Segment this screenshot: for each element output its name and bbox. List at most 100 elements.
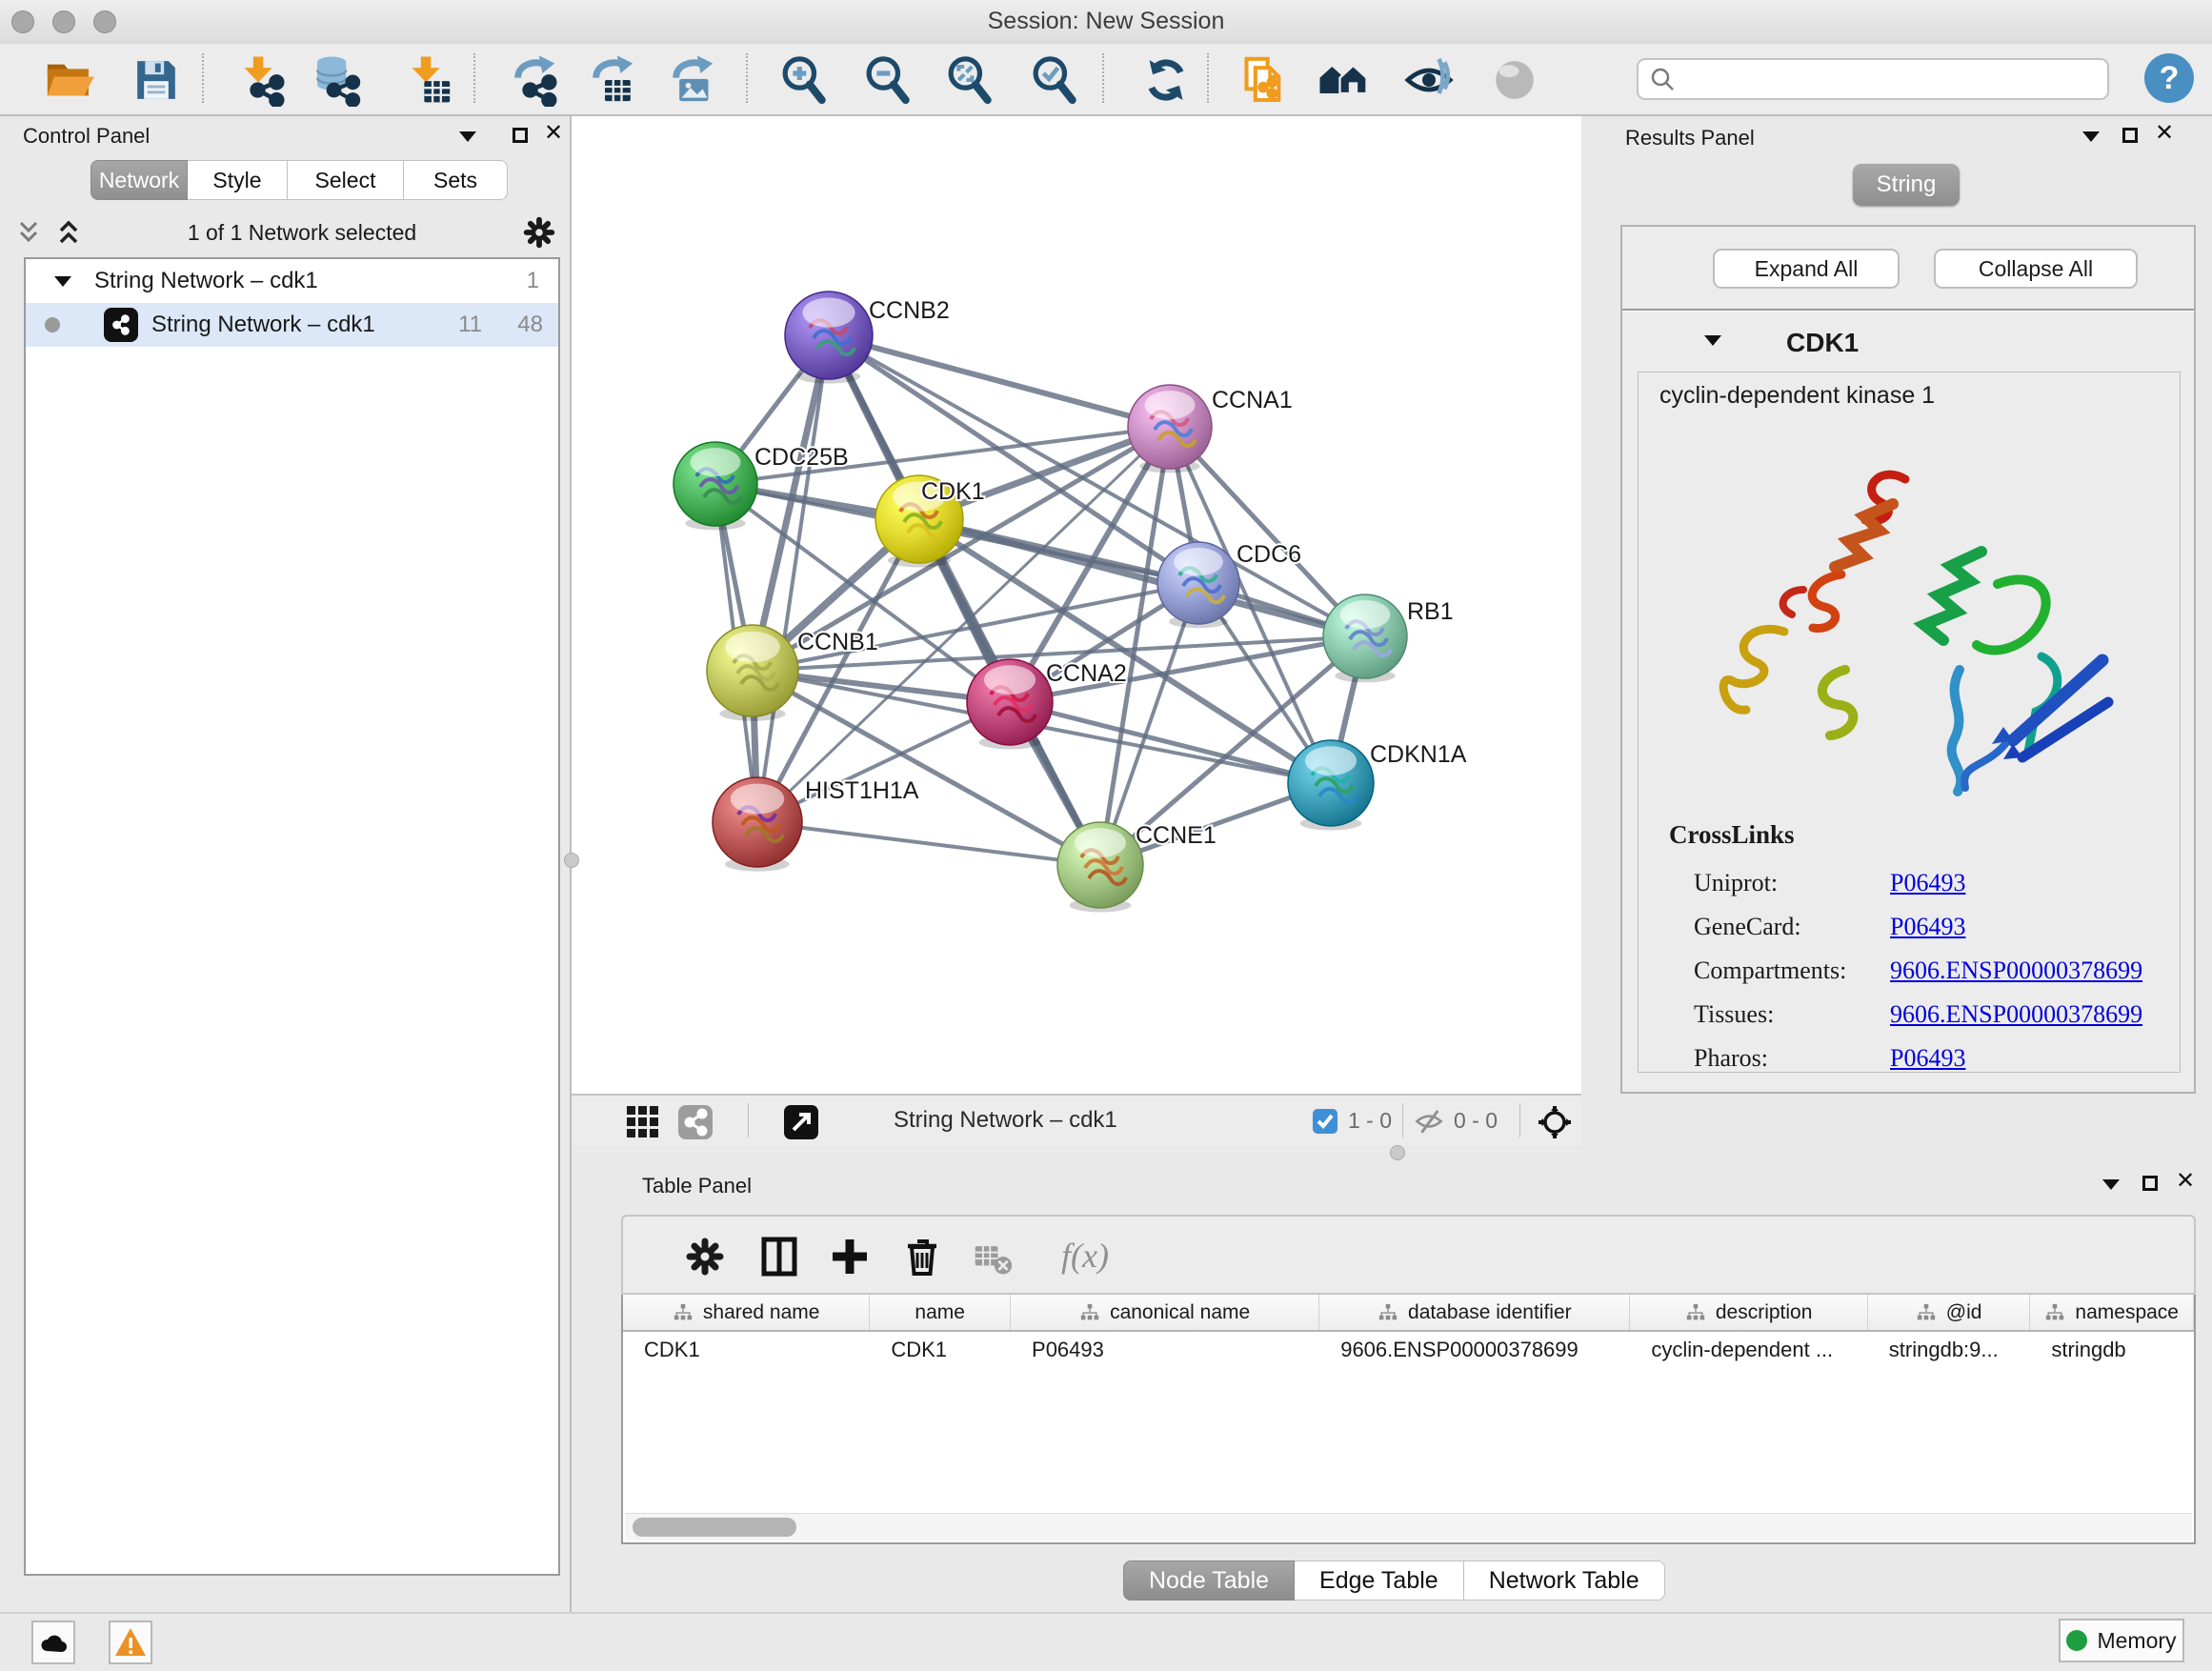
table-cell[interactable]: CDK1 xyxy=(623,1338,870,1362)
grid-view-icon[interactable] xyxy=(625,1104,661,1140)
refresh-view-button[interactable] xyxy=(1136,50,1196,111)
tab-edge-table[interactable]: Edge Table xyxy=(1295,1560,1464,1601)
column-header-namespace[interactable]: namespace xyxy=(2030,1295,2194,1330)
zoom-in-button[interactable] xyxy=(774,50,835,111)
import-network-from-database-button[interactable] xyxy=(307,50,368,111)
panel-menu-icon[interactable] xyxy=(459,131,476,142)
import-table-from-file-button[interactable] xyxy=(398,50,459,111)
network-node-CDKN1A[interactable]: CDKN1A xyxy=(1288,740,1467,831)
column-header--id[interactable]: @id xyxy=(1868,1295,2031,1330)
network-node-CCNA2[interactable]: CCNA2 xyxy=(967,659,1127,750)
tab-network[interactable]: Network xyxy=(90,160,188,200)
first-neighbors-button[interactable] xyxy=(1313,50,1374,111)
table-row[interactable]: CDK1CDK1P064939606.ENSP00000378699cyclin… xyxy=(623,1332,2194,1367)
tab-sets[interactable]: Sets xyxy=(404,160,508,200)
zoom-out-button[interactable] xyxy=(857,50,918,111)
collapse-all-button[interactable]: Collapse All xyxy=(1934,249,2138,289)
network-view-toolbar: String Network – cdk1 1 - 0 0 - 0 xyxy=(572,1094,1581,1145)
tab-string[interactable]: String xyxy=(1853,164,1960,206)
network-canvas[interactable]: CCNB2CCNA1CDC25BCDK1CDC6RB1CCNB1CCNA2CDK… xyxy=(572,116,1581,1094)
crosslink-link[interactable]: P06493 xyxy=(1890,913,1965,941)
network-node-CCNB2[interactable]: CCNB2 xyxy=(785,292,950,384)
column-header-database-identifier[interactable]: database identifier xyxy=(1319,1295,1630,1330)
crosslink-link[interactable]: P06493 xyxy=(1890,1044,1965,1073)
network-share-icon[interactable] xyxy=(677,1104,714,1140)
tab-select[interactable]: Select xyxy=(288,160,404,200)
save-session-button[interactable] xyxy=(126,50,187,111)
create-column-plus-icon[interactable] xyxy=(827,1234,873,1279)
control-panel: Control Panel ✕ NetworkStyleSelectSets 1… xyxy=(0,116,572,1612)
help-button[interactable]: ? xyxy=(2144,53,2194,103)
column-header-description[interactable]: description xyxy=(1630,1295,1867,1330)
detach-view-icon[interactable] xyxy=(783,1104,819,1140)
control-panel-title: Control Panel xyxy=(23,124,150,149)
network-options-gear-icon[interactable] xyxy=(520,213,558,252)
horizontal-splitter-handle[interactable] xyxy=(1390,1145,1405,1160)
scrollbar-thumb[interactable] xyxy=(633,1518,796,1537)
table-float-icon[interactable] xyxy=(2142,1176,2158,1191)
column-header-shared-name[interactable]: shared name xyxy=(623,1295,870,1330)
table-cell[interactable]: 9606.ENSP00000378699 xyxy=(1319,1338,1630,1362)
memory-button[interactable]: Memory xyxy=(2059,1619,2184,1662)
gene-section-header[interactable]: CDK1 xyxy=(1622,322,2194,366)
search-field[interactable] xyxy=(1637,58,2109,100)
expand-all-button[interactable]: Expand All xyxy=(1713,249,1900,289)
birds-eye-view-icon[interactable] xyxy=(1537,1104,1573,1140)
table-cell[interactable]: CDK1 xyxy=(870,1338,1011,1362)
crosslink-link[interactable]: 9606.ENSP00000378699 xyxy=(1890,956,2142,985)
gene-details-box: cyclin-dependent kinase 1 xyxy=(1638,372,2181,1073)
network-node-HIST1H1A[interactable]: HIST1H1A xyxy=(713,777,919,872)
import-network-from-file-button[interactable] xyxy=(231,50,292,111)
column-label: description xyxy=(1716,1301,1813,1324)
zoom-selected-button[interactable] xyxy=(1024,50,1085,111)
table-cell[interactable]: P06493 xyxy=(1011,1338,1319,1362)
network-edge-CCNA2-CDKN1A[interactable] xyxy=(1010,702,1331,783)
table-cell[interactable]: cyclin-dependent ... xyxy=(1630,1338,1867,1362)
collapse-all-icon[interactable] xyxy=(13,217,44,248)
table-settings-gear-icon[interactable] xyxy=(682,1234,728,1279)
hide-selected-button[interactable] xyxy=(1398,50,1459,111)
table-cell[interactable]: stringdb:9... xyxy=(1868,1338,2031,1362)
collapse-tree-icon[interactable] xyxy=(54,276,71,287)
table-horizontal-scrollbar[interactable] xyxy=(625,1513,2192,1540)
tab-node-table[interactable]: Node Table xyxy=(1123,1560,1295,1601)
network-tree-item[interactable]: String Network – cdk1 1 xyxy=(26,259,558,303)
zoom-fit-content-button[interactable] xyxy=(939,50,1000,111)
search-input[interactable] xyxy=(1677,61,2107,97)
network-node-CCNA1[interactable]: CCNA1 xyxy=(1128,385,1293,473)
export-network-button[interactable] xyxy=(503,50,564,111)
network-node-CCNE1[interactable]: CCNE1 xyxy=(1057,822,1217,913)
table-menu-icon[interactable] xyxy=(2102,1179,2120,1190)
panel-float-icon[interactable] xyxy=(513,128,528,143)
selected-checkbox-icon[interactable] xyxy=(1312,1108,1338,1135)
delete-column-trash-icon[interactable] xyxy=(899,1234,945,1279)
crosslink-link[interactable]: 9606.ENSP00000378699 xyxy=(1890,1000,2142,1029)
network-edge-HIST1H1A-CCNE1[interactable] xyxy=(757,822,1100,865)
export-table-button[interactable] xyxy=(581,50,642,111)
tab-style[interactable]: Style xyxy=(188,160,288,200)
results-menu-icon[interactable] xyxy=(2082,131,2100,142)
network-edge-CCNB2-CCNA1[interactable] xyxy=(829,335,1170,427)
expand-all-icon[interactable] xyxy=(53,217,84,248)
crosslink-link[interactable]: P06493 xyxy=(1890,869,1965,897)
export-image-button[interactable] xyxy=(661,50,722,111)
tab-network-table[interactable]: Network Table xyxy=(1464,1560,1665,1601)
network-node-RB1[interactable]: RB1 xyxy=(1323,594,1454,682)
cloud-status-button[interactable] xyxy=(31,1621,75,1664)
show-columns-icon[interactable] xyxy=(756,1234,802,1279)
results-float-icon[interactable] xyxy=(2122,128,2138,143)
results-close-icon[interactable]: ✕ xyxy=(2155,126,2174,141)
left-splitter-handle[interactable] xyxy=(564,853,579,868)
column-header-canonical-name[interactable]: canonical name xyxy=(1011,1295,1319,1330)
column-header-name[interactable]: name xyxy=(870,1295,1011,1330)
table-cell[interactable]: stringdb xyxy=(2030,1338,2194,1362)
network-edge-CCNB2-HIST1H1A[interactable] xyxy=(757,335,829,822)
show-all-button[interactable] xyxy=(1484,50,1545,111)
clone-network-button[interactable] xyxy=(1233,50,1294,111)
network-tree-item[interactable]: String Network – cdk1 11 48 xyxy=(26,303,558,347)
panel-close-icon[interactable]: ✕ xyxy=(544,126,563,141)
table-close-icon[interactable]: ✕ xyxy=(2176,1174,2195,1189)
open-session-button[interactable] xyxy=(38,50,99,111)
main-toolbar: ? xyxy=(0,44,2212,116)
warnings-button[interactable] xyxy=(109,1621,152,1664)
